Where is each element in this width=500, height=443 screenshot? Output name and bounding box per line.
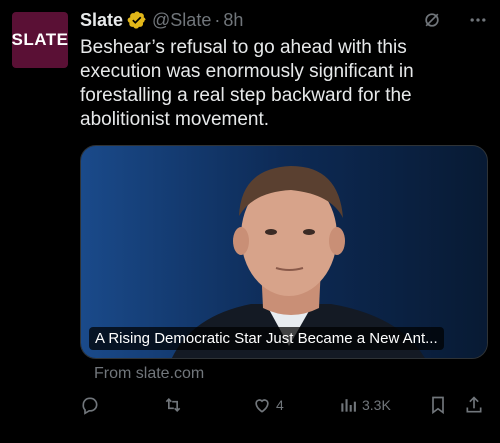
more-icon[interactable]	[468, 10, 488, 30]
tweet-header: Slate @Slate · 8h	[80, 8, 488, 32]
like-button[interactable]: 4	[252, 395, 284, 415]
views-count: 3.3K	[362, 397, 391, 413]
author-name[interactable]: Slate	[80, 10, 123, 31]
share-icon	[464, 395, 484, 415]
retweet-button[interactable]	[162, 395, 188, 415]
bookmark-button[interactable]	[428, 395, 448, 415]
tweet-text: Beshear’s refusal to go ahead with this …	[80, 37, 414, 130]
avatar-logo-text: SLATE	[11, 30, 69, 49]
reply-button[interactable]	[80, 395, 104, 415]
tweet-actions: 4 3.3K	[80, 395, 488, 419]
views-button[interactable]: 3.3K	[338, 395, 391, 415]
retweet-icon	[162, 395, 184, 415]
views-icon	[338, 395, 358, 415]
author-handle[interactable]: @Slate	[152, 10, 211, 31]
card-headline: A Rising Democratic Star Just Became a N…	[89, 327, 444, 350]
separator-dot: ·	[214, 9, 221, 30]
grok-icon[interactable]	[422, 10, 442, 30]
card-source[interactable]: From slate.com	[94, 365, 204, 383]
timestamp[interactable]: 8h	[223, 10, 243, 31]
bookmark-icon	[428, 395, 448, 415]
like-icon	[252, 395, 272, 415]
verified-badge-icon	[127, 10, 147, 30]
reply-icon	[80, 395, 100, 415]
avatar[interactable]: SLATE	[12, 12, 68, 68]
link-card[interactable]: A Rising Democratic Star Just Became a N…	[80, 145, 488, 359]
like-count: 4	[276, 397, 284, 413]
share-button[interactable]	[464, 395, 484, 415]
